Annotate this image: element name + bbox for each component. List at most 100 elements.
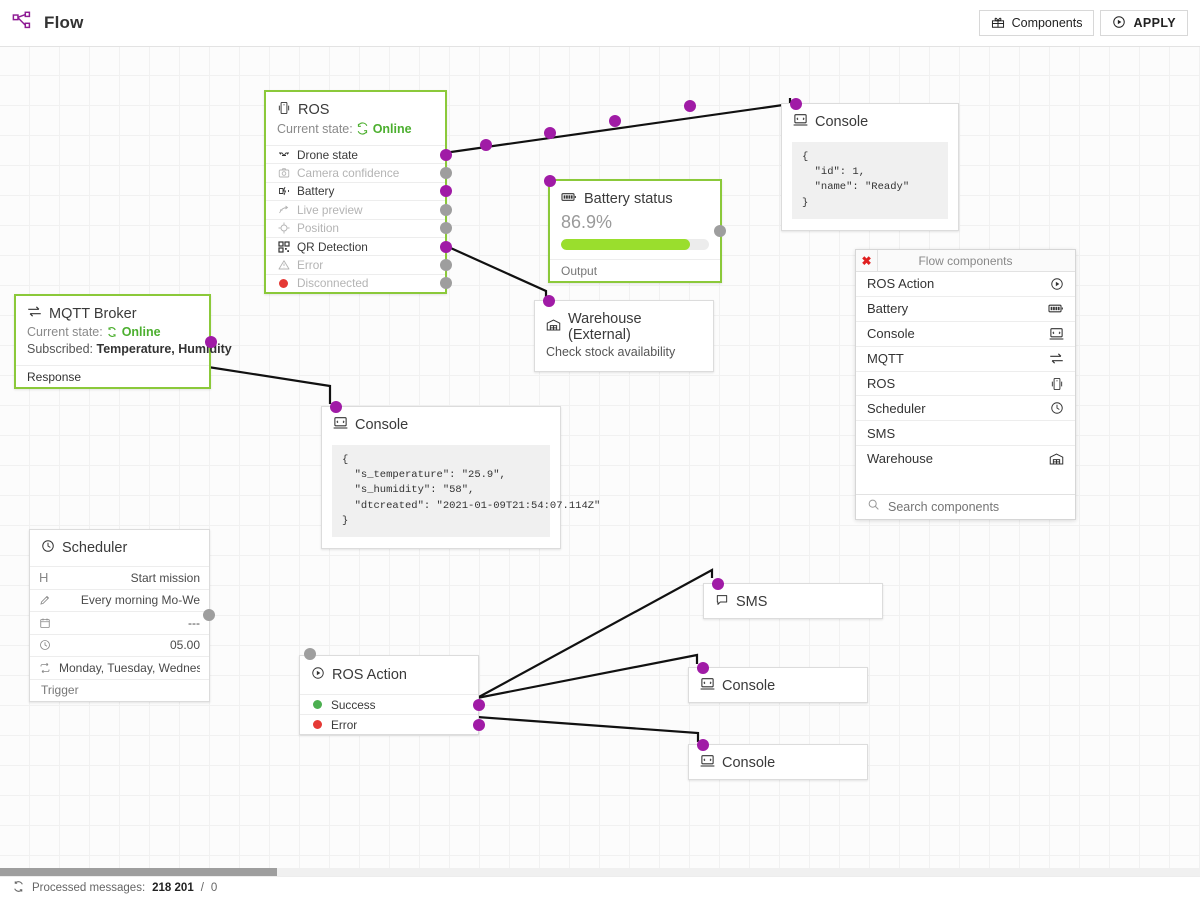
port-battery[interactable]: Battery <box>266 182 445 200</box>
palette-search[interactable] <box>856 494 1075 519</box>
edge-mqtt-console <box>208 367 330 404</box>
node-console-mid-header: Console <box>322 407 560 443</box>
scheduler-row-value: Every morning Mo-We <box>59 593 200 607</box>
port-dot-connected[interactable] <box>440 185 452 197</box>
node-console-top-header: Console <box>782 104 958 140</box>
palette-item-sms[interactable]: SMS <box>856 421 1075 446</box>
port-label: Drone state <box>297 148 358 162</box>
palette-item-ros[interactable]: ROS <box>856 372 1075 397</box>
port-dot-connected[interactable] <box>473 719 485 731</box>
input-dot[interactable] <box>304 648 316 660</box>
node-mqtt-title: MQTT Broker <box>49 306 137 322</box>
input-dot[interactable] <box>330 401 342 413</box>
node-console-b1[interactable]: Console <box>688 667 868 703</box>
port-dot[interactable] <box>440 277 452 289</box>
node-console-mid[interactable]: Console { "s_temperature": "25.9", "s_hu… <box>321 406 561 549</box>
port-error[interactable]: Error <box>266 255 445 273</box>
palette-item-warehouse[interactable]: Warehouse <box>856 446 1075 471</box>
components-button[interactable]: Components <box>979 10 1095 36</box>
node-console-b2[interactable]: Console <box>688 744 868 780</box>
port-camera-confidence[interactable]: Camera confidence <box>266 163 445 181</box>
apply-button[interactable]: APPLY <box>1100 10 1188 36</box>
node-sms[interactable]: SMS <box>703 583 883 619</box>
status-bar: Processed messages: 218 201 / 0 <box>0 876 1200 898</box>
port-live-preview[interactable]: Live preview <box>266 200 445 218</box>
edge-error-console2 <box>477 717 698 742</box>
port-dot-connected[interactable] <box>440 241 452 253</box>
port-dot[interactable] <box>440 259 452 271</box>
sync-icon <box>106 325 121 339</box>
console-icon <box>700 677 715 695</box>
brand: Flow <box>12 10 84 37</box>
scheduler-row-date[interactable]: --- <box>30 611 209 634</box>
warehouse-icon <box>1046 452 1064 466</box>
palette-item-battery[interactable]: Battery <box>856 297 1075 322</box>
palette-item-mqtt[interactable]: MQTT <box>856 347 1075 372</box>
edge-dronestate-console <box>444 98 790 153</box>
input-dot[interactable] <box>697 739 709 751</box>
node-scheduler-title-row: Scheduler <box>41 539 198 557</box>
port-disconnected[interactable]: Disconnected <box>266 274 445 292</box>
input-dot[interactable] <box>543 295 555 307</box>
warning-triangle-icon <box>277 259 290 271</box>
scheduler-row-time[interactable]: 05.00 <box>30 634 209 657</box>
port-error[interactable]: Error <box>300 714 478 734</box>
node-ros-state-label: Current state: <box>277 122 353 136</box>
node-console-b1-title: Console <box>722 678 775 694</box>
port-dot[interactable] <box>440 167 452 179</box>
node-mqtt-footer[interactable]: Response <box>16 365 209 387</box>
flow-components-panel[interactable]: ✖ Flow components ROS Action Battery <box>855 249 1076 520</box>
console-icon <box>700 754 715 772</box>
node-battery-status[interactable]: Battery status 86.9% Output <box>548 179 722 283</box>
port-dot[interactable] <box>440 204 452 216</box>
flow-canvas[interactable]: ROS Current state: Online Dron <box>0 47 1200 870</box>
heading-icon: H <box>39 570 59 585</box>
node-console-top[interactable]: Console { "id": 1, "name": "Ready" } <box>781 103 959 231</box>
scheduler-row-repeat[interactable]: Monday, Tuesday, Wednesday <box>30 656 209 679</box>
port-success[interactable]: Success <box>300 694 478 714</box>
palette-item-ros-action[interactable]: ROS Action <box>856 272 1075 297</box>
node-warehouse[interactable]: Warehouse (External) Check stock availab… <box>534 300 714 372</box>
qr-code-icon <box>277 241 290 253</box>
node-scheduler[interactable]: Scheduler H Start mission Every morning … <box>29 529 210 702</box>
node-ros-header: ROS Current state: Online <box>266 92 445 145</box>
input-dot[interactable] <box>712 578 724 590</box>
palette-item-scheduler[interactable]: Scheduler <box>856 396 1075 421</box>
output-dot[interactable] <box>205 336 217 348</box>
node-ros[interactable]: ROS Current state: Online Dron <box>264 90 447 294</box>
scheduler-row-title[interactable]: H Start mission <box>30 566 209 589</box>
node-scheduler-title: Scheduler <box>62 540 127 556</box>
port-position[interactable]: Position <box>266 219 445 237</box>
input-dot[interactable] <box>790 98 802 110</box>
calendar-icon <box>39 617 59 629</box>
input-dot[interactable] <box>544 175 556 187</box>
node-sms-title-row: SMS <box>715 593 871 611</box>
port-drone-state[interactable]: Drone state <box>266 145 445 163</box>
palette-item-console[interactable]: Console <box>856 322 1075 347</box>
port-qr-detection[interactable]: QR Detection <box>266 237 445 255</box>
search-input[interactable] <box>888 500 1064 514</box>
output-dot[interactable] <box>203 609 215 621</box>
node-scheduler-footer[interactable]: Trigger <box>30 679 209 701</box>
port-dot-connected[interactable] <box>473 699 485 711</box>
scrollbar-thumb[interactable] <box>0 868 277 876</box>
node-ros-action[interactable]: ROS Action Success Error <box>299 655 479 735</box>
video-icon <box>277 204 290 216</box>
footer-label: Response <box>27 370 81 384</box>
input-dot[interactable] <box>697 662 709 674</box>
close-icon[interactable]: ✖ <box>856 250 878 272</box>
node-mqtt-broker[interactable]: MQTT Broker Current state: Online Subscr… <box>14 294 211 389</box>
node-mqtt-subscribed: Subscribed: Temperature, Humidity <box>27 342 198 356</box>
port-dot-connected[interactable] <box>440 149 452 161</box>
console-mid-output: { "s_temperature": "25.9", "s_humidity":… <box>332 445 550 537</box>
horizontal-scrollbar[interactable] <box>0 868 1200 876</box>
node-mqtt-state: Current state: Online <box>27 325 198 339</box>
node-mqtt-state-label: Current state: <box>27 325 103 339</box>
scheduler-row-description[interactable]: Every morning Mo-We <box>30 589 209 612</box>
console-icon <box>793 113 808 131</box>
page-title: Flow <box>44 13 84 33</box>
output-dot[interactable] <box>714 225 726 237</box>
node-battery-footer[interactable]: Output <box>550 259 720 281</box>
scheduler-row-value: Start mission <box>59 571 200 585</box>
port-dot[interactable] <box>440 222 452 234</box>
